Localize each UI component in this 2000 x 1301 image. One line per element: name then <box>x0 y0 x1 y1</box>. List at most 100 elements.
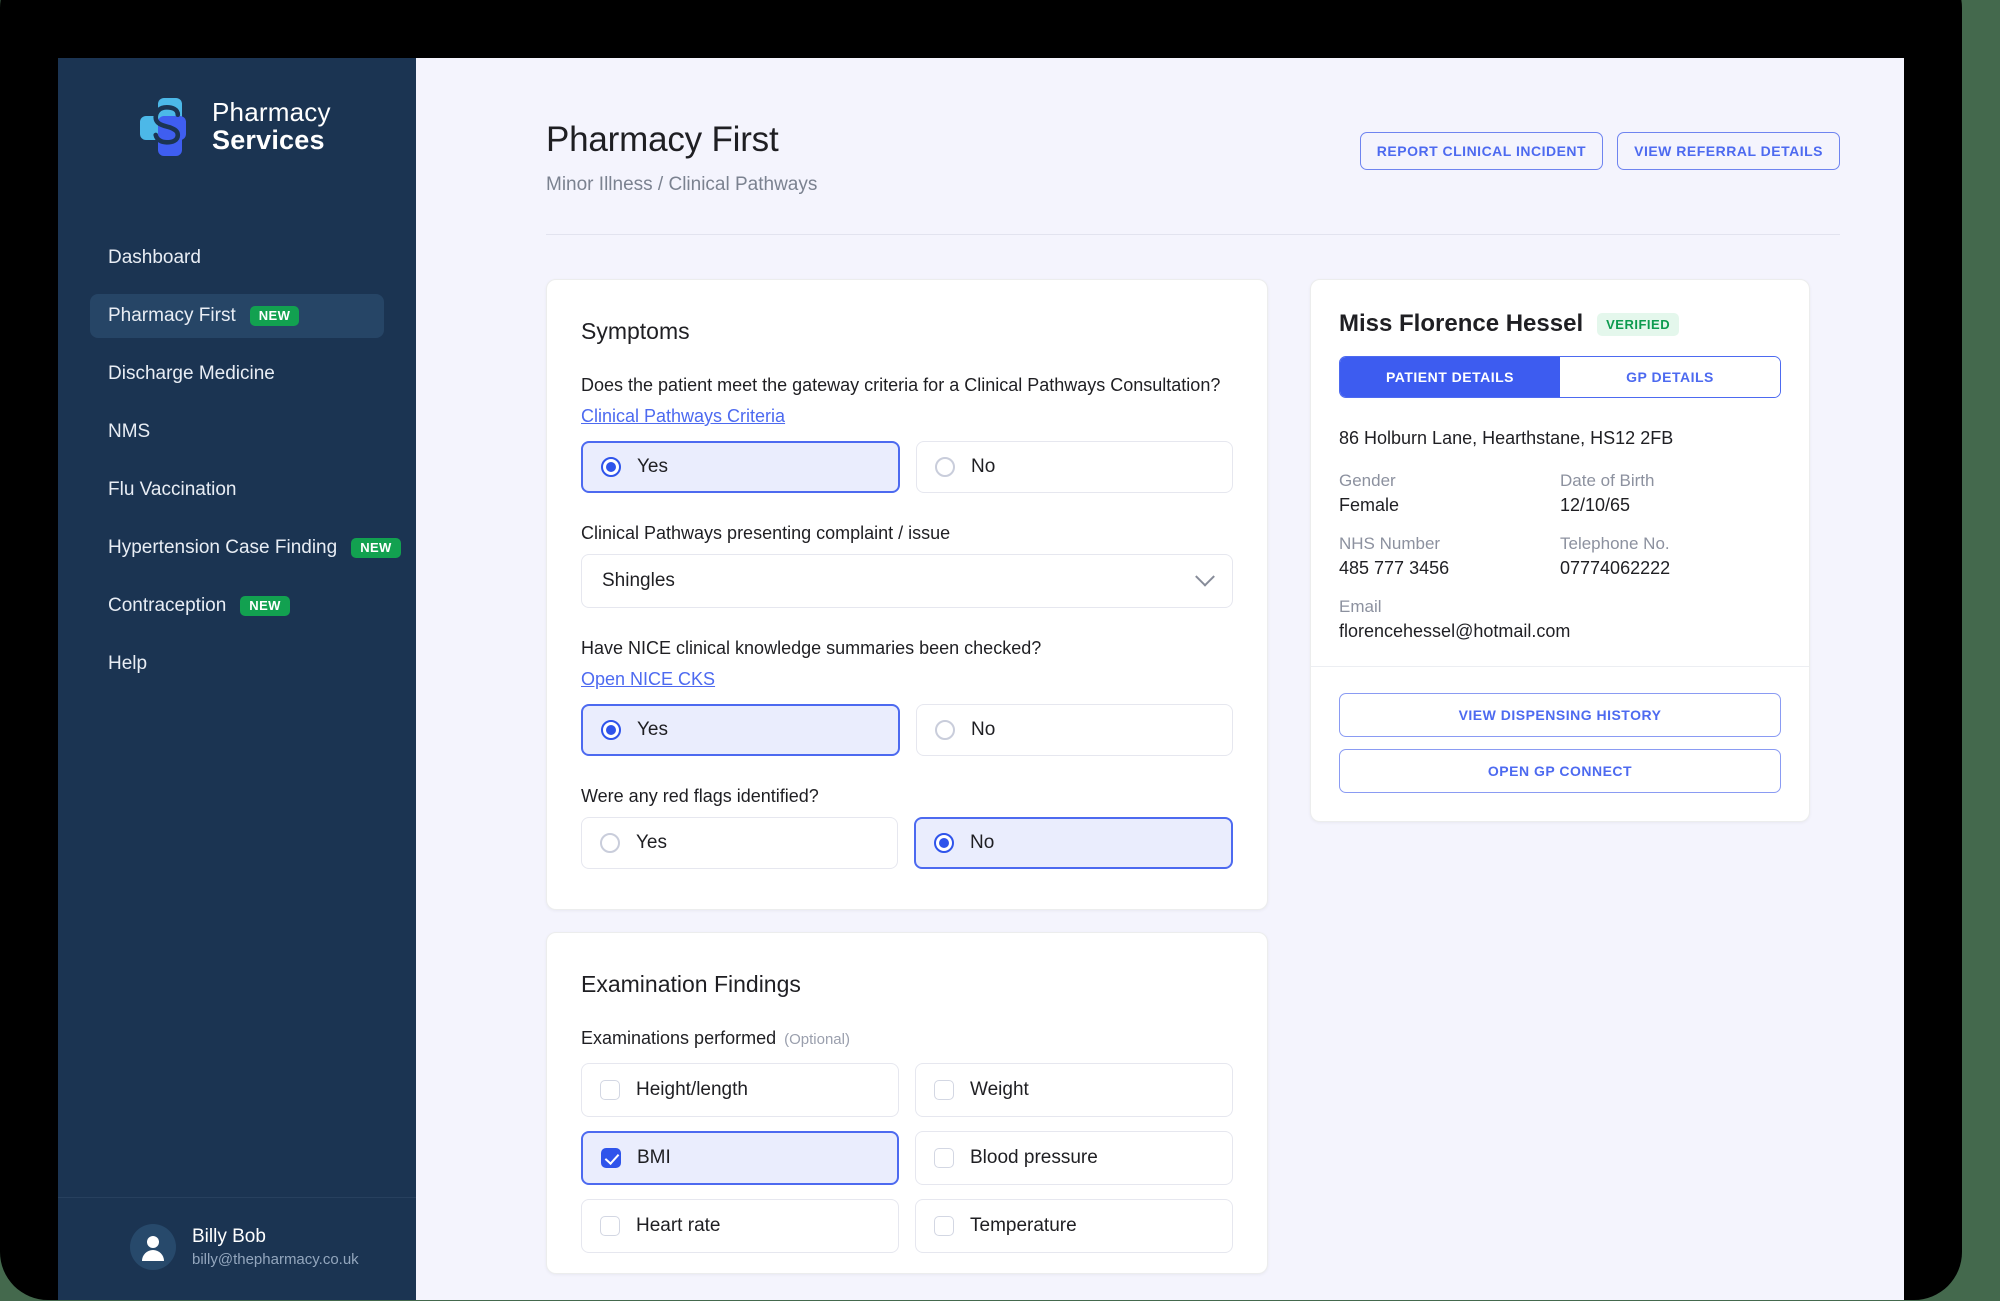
patient-field-telephone: Telephone No. 07774062222 <box>1560 534 1781 579</box>
patient-name: Miss Florence Hessel <box>1339 310 1584 337</box>
optional-hint: (Optional) <box>784 1031 850 1048</box>
checkbox-heart-rate[interactable]: Heart rate <box>581 1199 899 1253</box>
patient-address: 86 Holburn Lane, Hearthstane, HS12 2FB <box>1339 428 1674 448</box>
brand-line-2: Services <box>212 125 325 156</box>
sidebar-item-hypertension-case-finding[interactable]: Hypertension Case Finding NEW <box>90 526 401 570</box>
tab-patient-details[interactable]: PATIENT DETAILS <box>1340 357 1560 397</box>
person-icon <box>147 1236 159 1248</box>
nice-cks-options: Yes No <box>581 704 1233 756</box>
sidebar-item-pharmacy-first[interactable]: Pharmacy First NEW <box>90 294 384 338</box>
patient-fields: Gender Female Date of Birth 12/10/65 NHS… <box>1339 471 1781 642</box>
sidebar-user-profile[interactable]: Billy Bob billy@thepharmacy.co.uk <box>58 1197 416 1300</box>
examination-findings-card: Examination Findings Examinations perfor… <box>546 932 1268 1274</box>
status-badge: VERIFIED <box>1597 312 1680 336</box>
sidebar: Pharmacy Services Dashboard Pharmacy Fir… <box>58 58 416 1300</box>
checkbox-bmi[interactable]: BMI <box>581 1131 899 1185</box>
radio-icon <box>935 720 955 740</box>
checkbox-icon <box>600 1080 620 1100</box>
red-flags-options: Yes No <box>581 817 1233 869</box>
page-header: Pharmacy First Minor Illness / Clinical … <box>416 58 1904 196</box>
checkbox-weight[interactable]: Weight <box>915 1063 1233 1117</box>
checkbox-blood-pressure[interactable]: Blood pressure <box>915 1131 1233 1185</box>
option-label: No <box>971 456 996 477</box>
field-key: NHS Number <box>1339 534 1441 553</box>
sidebar-item-label: Dashboard <box>108 247 201 268</box>
examinations-performed-label: Examinations performed (Optional) <box>581 1028 1233 1049</box>
red-flags-question: Were any red flags identified? <box>581 786 819 806</box>
sidebar-item-label: Discharge Medicine <box>108 363 275 384</box>
field-value: 12/10/65 <box>1560 495 1631 515</box>
sidebar-item-help[interactable]: Help <box>90 642 384 686</box>
device-frame: Pharmacy Services Dashboard Pharmacy Fir… <box>0 0 1962 1300</box>
sidebar-item-nms[interactable]: NMS <box>90 410 384 454</box>
avatar <box>130 1224 176 1270</box>
pharmacy-services-logo-icon <box>138 96 200 158</box>
new-badge: NEW <box>249 306 300 326</box>
checkbox-label: Height/length <box>636 1079 748 1100</box>
patient-field-email: Email florencehessel@hotmail.com <box>1339 597 1781 642</box>
brand-logo[interactable]: Pharmacy Services <box>58 58 416 168</box>
red-flags-yes[interactable]: Yes <box>581 817 898 869</box>
radio-icon <box>600 833 620 853</box>
tab-gp-details[interactable]: GP DETAILS <box>1560 357 1780 397</box>
gateway-criteria-no[interactable]: No <box>916 441 1233 493</box>
option-label: Yes <box>636 832 667 853</box>
patient-field-nhs-number: NHS Number 485 777 3456 <box>1339 534 1560 579</box>
checkbox-icon <box>934 1148 954 1168</box>
user-email: billy@thepharmacy.co.uk <box>192 1250 359 1268</box>
nice-cks-yes[interactable]: Yes <box>581 704 900 756</box>
radio-icon <box>935 457 955 477</box>
presenting-complaint-select[interactable]: Shingles <box>581 554 1233 608</box>
chevron-down-icon <box>1195 566 1215 587</box>
gateway-criteria-question: Does the patient meet the gateway criter… <box>581 375 1221 395</box>
brand-line-1: Pharmacy <box>212 97 331 128</box>
patient-field-dob: Date of Birth 12/10/65 <box>1560 471 1781 516</box>
checkbox-icon <box>934 1080 954 1100</box>
clinical-pathways-criteria-link[interactable]: Clinical Pathways Criteria <box>581 406 785 427</box>
user-name: Billy Bob <box>192 1226 266 1248</box>
option-label: Yes <box>637 719 668 740</box>
form-column: Symptoms Does the patient meet the gatew… <box>546 279 1268 1274</box>
field-key: Gender <box>1339 471 1396 490</box>
option-label: No <box>971 719 996 740</box>
gateway-criteria-yes[interactable]: Yes <box>581 441 900 493</box>
open-nice-cks-link[interactable]: Open NICE CKS <box>581 669 715 690</box>
sidebar-item-label: Help <box>108 653 148 674</box>
sidebar-item-discharge-medicine[interactable]: Discharge Medicine <box>90 352 384 396</box>
breadcrumb: Minor Illness / Clinical Pathways <box>546 174 818 195</box>
main-content: Pharmacy First Minor Illness / Clinical … <box>416 58 1904 1300</box>
sidebar-item-label: NMS <box>108 421 151 442</box>
presenting-complaint-label: Clinical Pathways presenting complaint /… <box>581 523 951 543</box>
examination-findings-title: Examination Findings <box>581 971 801 997</box>
checkbox-icon <box>934 1216 954 1236</box>
view-dispensing-history-button[interactable]: VIEW DISPENSING HISTORY <box>1339 693 1781 737</box>
symptoms-title: Symptoms <box>581 318 690 344</box>
field-value: florencehessel@hotmail.com <box>1339 621 1571 641</box>
checkbox-label: BMI <box>637 1147 671 1168</box>
option-label: Yes <box>637 456 668 477</box>
checkbox-label: Heart rate <box>636 1215 721 1236</box>
open-gp-connect-button[interactable]: OPEN GP CONNECT <box>1339 749 1781 793</box>
new-badge: NEW <box>351 538 401 558</box>
patient-column: Miss Florence Hessel VERIFIED PATIENT DE… <box>1310 279 1810 1274</box>
field-value: Female <box>1339 495 1400 515</box>
checkbox-label: Weight <box>970 1079 1029 1100</box>
checkbox-height-length[interactable]: Height/length <box>581 1063 899 1117</box>
red-flags-no[interactable]: No <box>914 817 1233 869</box>
view-referral-details-button[interactable]: VIEW REFERRAL DETAILS <box>1617 132 1840 170</box>
sidebar-item-dashboard[interactable]: Dashboard <box>90 236 384 280</box>
gateway-criteria-options: Yes No <box>581 441 1233 493</box>
sidebar-item-label: Pharmacy First <box>108 305 236 326</box>
checkbox-checked-icon <box>601 1148 621 1168</box>
nice-cks-no[interactable]: No <box>916 704 1233 756</box>
sidebar-item-contraception[interactable]: Contraception NEW <box>90 584 384 628</box>
checkbox-temperature[interactable]: Temperature <box>915 1199 1233 1253</box>
patient-tabs: PATIENT DETAILS GP DETAILS <box>1339 356 1781 398</box>
field-key: Date of Birth <box>1560 471 1655 490</box>
sidebar-item-flu-vaccination[interactable]: Flu Vaccination <box>90 468 384 512</box>
app-window: Pharmacy Services Dashboard Pharmacy Fir… <box>58 58 1904 1300</box>
report-clinical-incident-button[interactable]: REPORT CLINICAL INCIDENT <box>1359 132 1604 170</box>
option-label: No <box>970 832 995 853</box>
sidebar-nav: Dashboard Pharmacy First NEW Discharge M… <box>58 236 416 700</box>
nice-cks-question: Have NICE clinical knowledge summaries b… <box>581 638 1042 658</box>
